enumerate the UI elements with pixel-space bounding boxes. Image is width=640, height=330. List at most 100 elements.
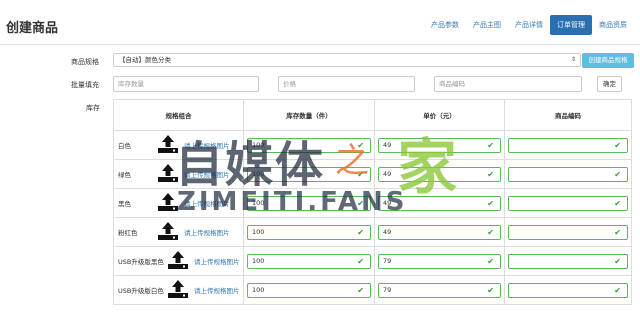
- code-input[interactable]: ✔: [508, 195, 628, 211]
- select-arrows-icon: ⇕: [570, 56, 576, 63]
- bulk-price-input[interactable]: 价格: [278, 76, 415, 92]
- upload-icon[interactable]: [164, 279, 190, 301]
- stock-value: 100: [252, 285, 265, 294]
- price-input[interactable]: 49 ✔: [378, 137, 501, 153]
- stock-table: 规格组合 库存数量（件） 单价（元） 商品编码 白色 请上传规格图片 100 ✔ 49 ✔…: [113, 99, 632, 305]
- check-icon: ✔: [487, 140, 494, 150]
- table-row: USB升级版白色 请上传规格图片 100 ✔ 79 ✔ ✔: [113, 275, 632, 305]
- stock-input[interactable]: 100 ✔: [247, 224, 371, 240]
- table-row: 黑色 请上传规格图片 100 ✔ 49 ✔ ✔: [113, 188, 632, 218]
- price-cell: 49 ✔: [374, 130, 505, 160]
- bulk-stock-input[interactable]: 库存数量: [113, 76, 259, 92]
- code-input[interactable]: ✔: [508, 282, 628, 298]
- tab-product-main-image[interactable]: 产品主图: [466, 15, 508, 35]
- stock-input[interactable]: 100 ✔: [247, 195, 371, 211]
- price-cell: 79 ✔: [374, 275, 505, 305]
- stock-input[interactable]: 100 ✔: [247, 282, 371, 298]
- spec-name: 粉红色: [118, 229, 138, 237]
- code-cell: ✔: [504, 159, 632, 189]
- header-divider: [0, 44, 640, 45]
- price-cell: 49 ✔: [374, 188, 505, 218]
- upload-spec-image-link[interactable]: 请上传规格图片: [184, 227, 230, 237]
- spec-cell: USB升级版白色 请上传规格图片: [113, 275, 244, 305]
- stock-value: 100: [252, 256, 265, 265]
- price-input[interactable]: 79 ✔: [378, 282, 501, 298]
- code-input[interactable]: ✔: [508, 166, 628, 182]
- price-value: 49: [383, 169, 392, 178]
- check-icon: ✔: [614, 256, 621, 266]
- tab-order-management[interactable]: 订单管理: [550, 15, 592, 35]
- price-value: 49: [383, 198, 392, 207]
- check-icon: ✔: [614, 169, 621, 179]
- spec-select-value: 【自动】颜色分类: [119, 56, 171, 64]
- upload-spec-image-link[interactable]: 请上传规格图片: [184, 198, 230, 208]
- page-title: 创建商品: [6, 21, 59, 36]
- price-cell: 49 ✔: [374, 217, 505, 247]
- price-input[interactable]: 49 ✔: [378, 195, 501, 211]
- upload-spec-image-link[interactable]: 请上传规格图片: [184, 140, 230, 150]
- spec-name: 白色: [118, 142, 131, 150]
- check-icon: ✔: [357, 198, 364, 208]
- tab-product-details[interactable]: 产品详情: [508, 15, 550, 35]
- code-input[interactable]: ✔: [508, 137, 628, 153]
- header-spec: 规格组合: [113, 99, 244, 131]
- spec-cell: 白色 请上传规格图片: [113, 130, 244, 160]
- bulk-code-input[interactable]: 商品编码: [434, 76, 582, 92]
- spec-select[interactable]: 【自动】颜色分类 ⇕: [113, 53, 581, 67]
- code-cell: ✔: [504, 188, 632, 218]
- tab-product-params[interactable]: 产品参数: [424, 15, 466, 35]
- create-spec-button[interactable]: 创建商品规格: [582, 53, 634, 68]
- header-stock: 库存数量（件）: [243, 99, 375, 131]
- price-input[interactable]: 49 ✔: [378, 166, 501, 182]
- header-price: 单价（元）: [374, 99, 505, 131]
- table-row: 粉红色 请上传规格图片 100 ✔ 49 ✔ ✔: [113, 217, 632, 247]
- page-header: 创建商品 产品参数 产品主图 产品详情 订单管理 商品资质: [0, 0, 640, 44]
- upload-icon[interactable]: [154, 134, 180, 156]
- stock-cell: 100 ✔: [243, 246, 375, 276]
- stock-input[interactable]: 100 ✔: [247, 166, 371, 182]
- spec-cell: USB升级版黑色 请上传规格图片: [113, 246, 244, 276]
- price-value: 79: [383, 285, 392, 294]
- code-cell: ✔: [504, 130, 632, 160]
- stock-input[interactable]: 100 ✔: [247, 137, 371, 153]
- stock-input[interactable]: 100 ✔: [247, 253, 371, 269]
- bulk-fill-label: 批量填充: [71, 81, 99, 89]
- stock-label: 库存: [86, 104, 100, 112]
- check-icon: ✔: [614, 227, 621, 237]
- stock-cell: 100 ✔: [243, 159, 375, 189]
- upload-icon[interactable]: [154, 192, 180, 214]
- upload-icon[interactable]: [154, 163, 180, 185]
- spec-name: 绿色: [118, 171, 131, 179]
- code-cell: ✔: [504, 275, 632, 305]
- upload-spec-image-link[interactable]: 请上传规格图片: [194, 285, 240, 295]
- code-input[interactable]: ✔: [508, 253, 628, 269]
- upload-spec-image-link[interactable]: 请上传规格图片: [194, 256, 240, 266]
- price-input[interactable]: 49 ✔: [378, 224, 501, 240]
- stock-cell: 100 ✔: [243, 130, 375, 160]
- check-icon: ✔: [357, 256, 364, 266]
- check-icon: ✔: [614, 285, 621, 295]
- price-input[interactable]: 79 ✔: [378, 253, 501, 269]
- stock-value: 100: [252, 169, 265, 178]
- confirm-button[interactable]: 确定: [597, 76, 622, 92]
- check-icon: ✔: [487, 169, 494, 179]
- stock-cell: 100 ✔: [243, 275, 375, 305]
- stock-value: 100: [252, 227, 265, 236]
- spec-name: USB升级版白色: [118, 287, 164, 295]
- stock-cell: 100 ✔: [243, 217, 375, 247]
- upload-icon[interactable]: [154, 221, 180, 243]
- spec-cell: 黑色 请上传规格图片: [113, 188, 244, 218]
- table-header-row: 规格组合 库存数量（件） 单价（元） 商品编码: [113, 99, 632, 131]
- check-icon: ✔: [487, 285, 494, 295]
- code-input[interactable]: ✔: [508, 224, 628, 240]
- spec-cell: 绿色 请上传规格图片: [113, 159, 244, 189]
- top-nav: 产品参数 产品主图 产品详情 订单管理 商品资质: [424, 15, 634, 35]
- check-icon: ✔: [357, 169, 364, 179]
- upload-icon[interactable]: [164, 250, 190, 272]
- stock-cell: 100 ✔: [243, 188, 375, 218]
- table-row: 绿色 请上传规格图片 100 ✔ 49 ✔ ✔: [113, 159, 632, 189]
- tab-product-qualification[interactable]: 商品资质: [592, 15, 634, 35]
- upload-spec-image-link[interactable]: 请上传规格图片: [184, 169, 230, 179]
- table-row: 白色 请上传规格图片 100 ✔ 49 ✔ ✔: [113, 130, 632, 160]
- check-icon: ✔: [487, 227, 494, 237]
